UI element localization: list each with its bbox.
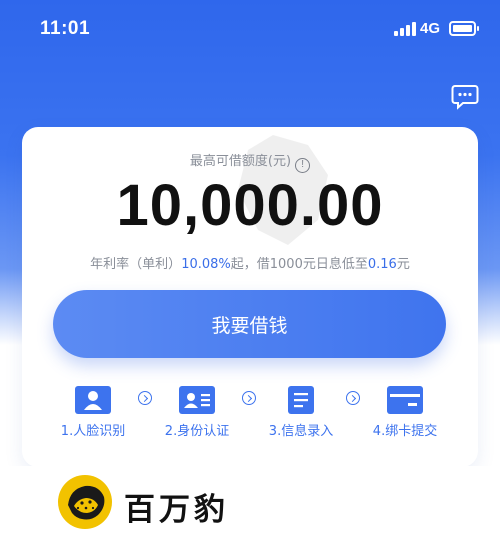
brand-name: 百万豹 — [124, 492, 229, 528]
leopard-logo-icon — [58, 475, 112, 529]
rate-value: 10.08% — [181, 257, 231, 272]
info-icon[interactable]: ! — [295, 158, 311, 173]
id-card-icon — [179, 386, 215, 414]
rate-suffix: 元 — [396, 257, 410, 272]
step-bind-card: 4.绑卡提交 — [355, 386, 455, 439]
bank-card-icon — [387, 386, 423, 414]
interest-rate-text: 年利率（单利）10.08%起，借1000元日息低至0.16元 — [0, 253, 500, 272]
credit-amount: 10,000.00 — [116, 173, 384, 238]
document-icon — [288, 386, 314, 414]
step-label: 2.身份认证 — [164, 424, 230, 439]
signal-icon — [394, 22, 418, 36]
step-info-entry: 3.信息录入 — [251, 386, 351, 439]
step-label: 3.信息录入 — [268, 424, 334, 439]
rate-prefix: 年利率（单利） — [90, 257, 182, 272]
rate-middle: 起，借1000元日息低至 — [230, 257, 368, 272]
credit-limit-label: 最高可借额度(元)! — [0, 150, 500, 173]
step-label: 1.人脸识别 — [60, 424, 126, 439]
network-type: 4G — [420, 20, 441, 37]
status-bar: 11:01 4G — [0, 0, 500, 58]
step-face-recognition: 1.人脸识别 — [43, 386, 143, 439]
battery-icon — [449, 21, 479, 36]
credit-limit-text: 最高可借额度(元) — [189, 154, 292, 169]
step-identity-verification: 2.身份认证 — [147, 386, 247, 439]
status-time: 11:01 — [40, 18, 91, 39]
person-icon — [75, 386, 111, 414]
step-label: 4.绑卡提交 — [372, 424, 438, 439]
chat-bubble-icon[interactable] — [451, 84, 479, 110]
borrow-button[interactable]: 我要借钱 — [53, 290, 446, 358]
daily-interest-value: 0.16 — [367, 257, 397, 272]
